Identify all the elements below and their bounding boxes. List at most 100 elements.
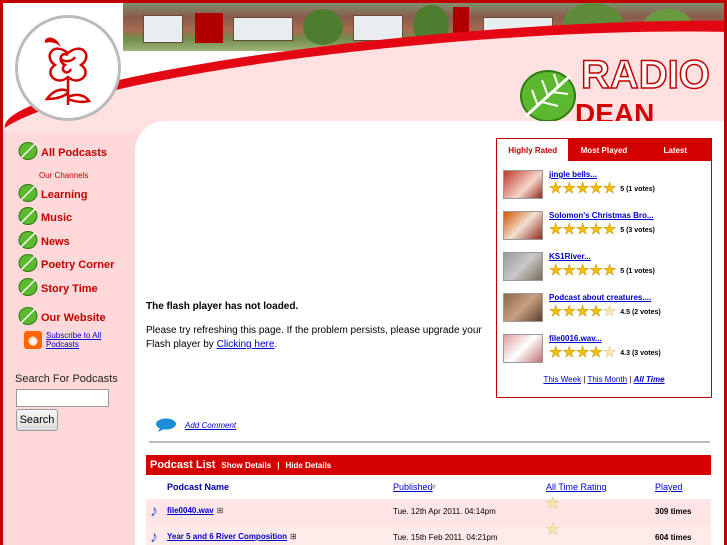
rated-item[interactable]: KS1River... ★ ★ ★ ★ ★ 5 (1 votes) — [503, 252, 655, 281]
star-rating: ★ ★ ★ ★ ★ 5 (1 votes) — [549, 180, 655, 197]
nav-our-website[interactable]: Our Website — [17, 306, 106, 329]
this-week-link[interactable]: This Week — [543, 375, 581, 384]
star-icon: ★ — [549, 262, 563, 279]
rated-item-title[interactable]: Podcast about creatures.... — [549, 293, 661, 302]
star-icon: ★ — [546, 521, 560, 538]
podcast-list: Podcast List Show Details | Hide Details… — [146, 455, 711, 545]
expand-icon[interactable]: ⊞ — [217, 506, 224, 515]
star-icon: ★ — [549, 221, 563, 238]
this-month-link[interactable]: This Month — [587, 375, 627, 384]
flash-message: Please try refreshing this page. If the … — [146, 325, 482, 350]
star-icon: ★ — [549, 344, 563, 361]
star-icon: ★ — [602, 344, 617, 361]
rose-icon — [44, 37, 92, 105]
brand-radio: RADIO — [580, 53, 710, 97]
podcast-thumbnail[interactable] — [503, 252, 543, 281]
col-podcast-name[interactable]: Podcast Name — [167, 482, 229, 492]
nav-poetry-corner[interactable]: Poetry Corner — [17, 253, 114, 276]
star-rating: ★ ★ ★ ★ ★ 4.5 (2 votes) — [549, 303, 661, 320]
podcast-thumbnail[interactable] — [503, 211, 543, 240]
subscribe-rss[interactable]: ◉ Subscribe to All Podcasts — [24, 331, 116, 349]
star-icon: ★ — [575, 303, 590, 320]
star-icon: ★ — [575, 262, 590, 279]
leaf-icon — [17, 253, 39, 276]
published-date: Tue. 15th Feb 2011. 04:21pm — [393, 533, 498, 542]
table-row[interactable]: ♪ file0040.wav ⊞ Tue. 12th Apr 2011. 04:14p… — [146, 496, 711, 525]
nav-music[interactable]: Music — [17, 206, 72, 229]
rated-footer: This Week | This Month | All Time — [543, 375, 665, 384]
played-count: 309 times — [655, 507, 692, 516]
rated-item[interactable]: jingle bells... ★ ★ ★ ★ ★ 5 (1 votes) — [503, 170, 655, 199]
our-channels-label: Our Channels — [39, 171, 89, 180]
search-button[interactable]: Search — [16, 409, 58, 431]
leaf-logo-icon — [520, 70, 576, 122]
speech-bubble-icon — [156, 418, 176, 432]
table-row[interactable]: ♪ Year 5 and 6 River Composition ⊞ Tue. 15t… — [146, 521, 711, 545]
podcast-thumbnail[interactable] — [503, 293, 543, 322]
star-icon: ★ — [562, 344, 576, 361]
flash-title: The flash player has not loaded. — [146, 301, 299, 312]
star-icon: ★ — [575, 344, 590, 361]
page-frame: RADIO DEAN HOLE All Podcasts Our Channel… — [0, 0, 727, 545]
expand-icon[interactable]: ⊞ — [290, 532, 297, 541]
rose-logo[interactable] — [15, 15, 121, 121]
star-icon: ★ — [602, 221, 617, 238]
tab-most-played[interactable]: Most Played — [568, 139, 640, 161]
played-count: 604 times — [655, 533, 692, 542]
star-icon: ★ — [589, 180, 603, 197]
podcast-thumbnail[interactable] — [503, 170, 543, 199]
all-time-link[interactable]: All Time — [634, 375, 665, 384]
podcast-name-link[interactable]: file0040.wav — [167, 506, 214, 515]
rated-item[interactable]: file0016.wav... ★ ★ ★ ★ ★ 4.3 (3 votes) — [503, 334, 661, 363]
rated-widget: Highly Rated Most Played Latest jingle b… — [496, 138, 712, 398]
nav-all-podcasts[interactable]: All Podcasts — [17, 141, 107, 164]
details-separator: | — [277, 460, 280, 470]
rss-icon: ◉ — [24, 331, 42, 349]
add-comment-link[interactable]: Add Comment — [185, 421, 236, 430]
star-icon: ★ — [575, 180, 590, 197]
published-date: Tue. 12th Apr 2011. 04:14pm — [393, 507, 496, 516]
rated-item[interactable]: Solomon's Christmas Bro... ★ ★ ★ ★ ★ 5 (3 vote… — [503, 211, 655, 240]
rated-item-title[interactable]: Solomon's Christmas Bro... — [549, 211, 655, 220]
star-icon: ★ — [562, 180, 576, 197]
music-note-icon: ♪ — [150, 529, 158, 545]
show-details-link[interactable]: Show Details — [221, 461, 271, 470]
rated-item-title[interactable]: file0016.wav... — [549, 334, 661, 343]
podcast-thumbnail[interactable] — [503, 334, 543, 363]
star-rating: ★ ★ ★ ★ ★ 5 (3 votes) — [549, 221, 655, 238]
divider — [149, 441, 710, 443]
rating-votes: 4.5 (2 votes) — [620, 308, 661, 316]
search-label: Search For Podcasts — [15, 373, 118, 385]
leaf-icon — [17, 230, 39, 253]
leaf-icon — [17, 206, 39, 229]
add-comment[interactable]: Add Comment — [155, 418, 236, 432]
rated-item[interactable]: Podcast about creatures.... ★ ★ ★ ★ ★ 4.5 (2 v… — [503, 293, 661, 322]
rating-votes: 5 (3 votes) — [620, 226, 655, 234]
star-icon: ★ — [589, 221, 603, 238]
rated-item-title[interactable]: jingle bells... — [549, 170, 655, 179]
nav-story-time[interactable]: Story Time — [17, 277, 98, 300]
nav-news[interactable]: News — [17, 230, 70, 253]
nav-learning[interactable]: Learning — [17, 183, 87, 206]
main-content: The flash player has not loaded. Please … — [135, 121, 724, 545]
star-icon: ★ — [562, 303, 576, 320]
star-icon: ★ — [589, 262, 603, 279]
header-banner: RADIO DEAN HOLE — [3, 3, 724, 133]
col-published[interactable]: Published — [393, 482, 433, 492]
col-rating[interactable]: All Time Rating — [546, 482, 607, 492]
tab-latest[interactable]: Latest — [639, 139, 711, 161]
subscribe-link[interactable]: Subscribe to All Podcasts — [46, 331, 116, 349]
star-icon: ★ — [575, 221, 590, 238]
leaf-icon — [17, 183, 39, 206]
flash-upgrade-link[interactable]: Clicking here — [217, 339, 275, 350]
star-icon: ★ — [549, 180, 563, 197]
hide-details-link[interactable]: Hide Details — [285, 461, 331, 470]
music-note-icon: ♪ — [150, 503, 158, 520]
col-played[interactable]: Played — [655, 482, 683, 492]
tab-highly-rated[interactable]: Highly Rated — [497, 139, 569, 161]
star-icon: ★ — [549, 303, 563, 320]
search-input[interactable] — [16, 389, 109, 407]
rated-item-title[interactable]: KS1River... — [549, 252, 655, 261]
podcast-name-link[interactable]: Year 5 and 6 River Composition — [167, 532, 287, 541]
leaf-icon — [17, 306, 39, 329]
